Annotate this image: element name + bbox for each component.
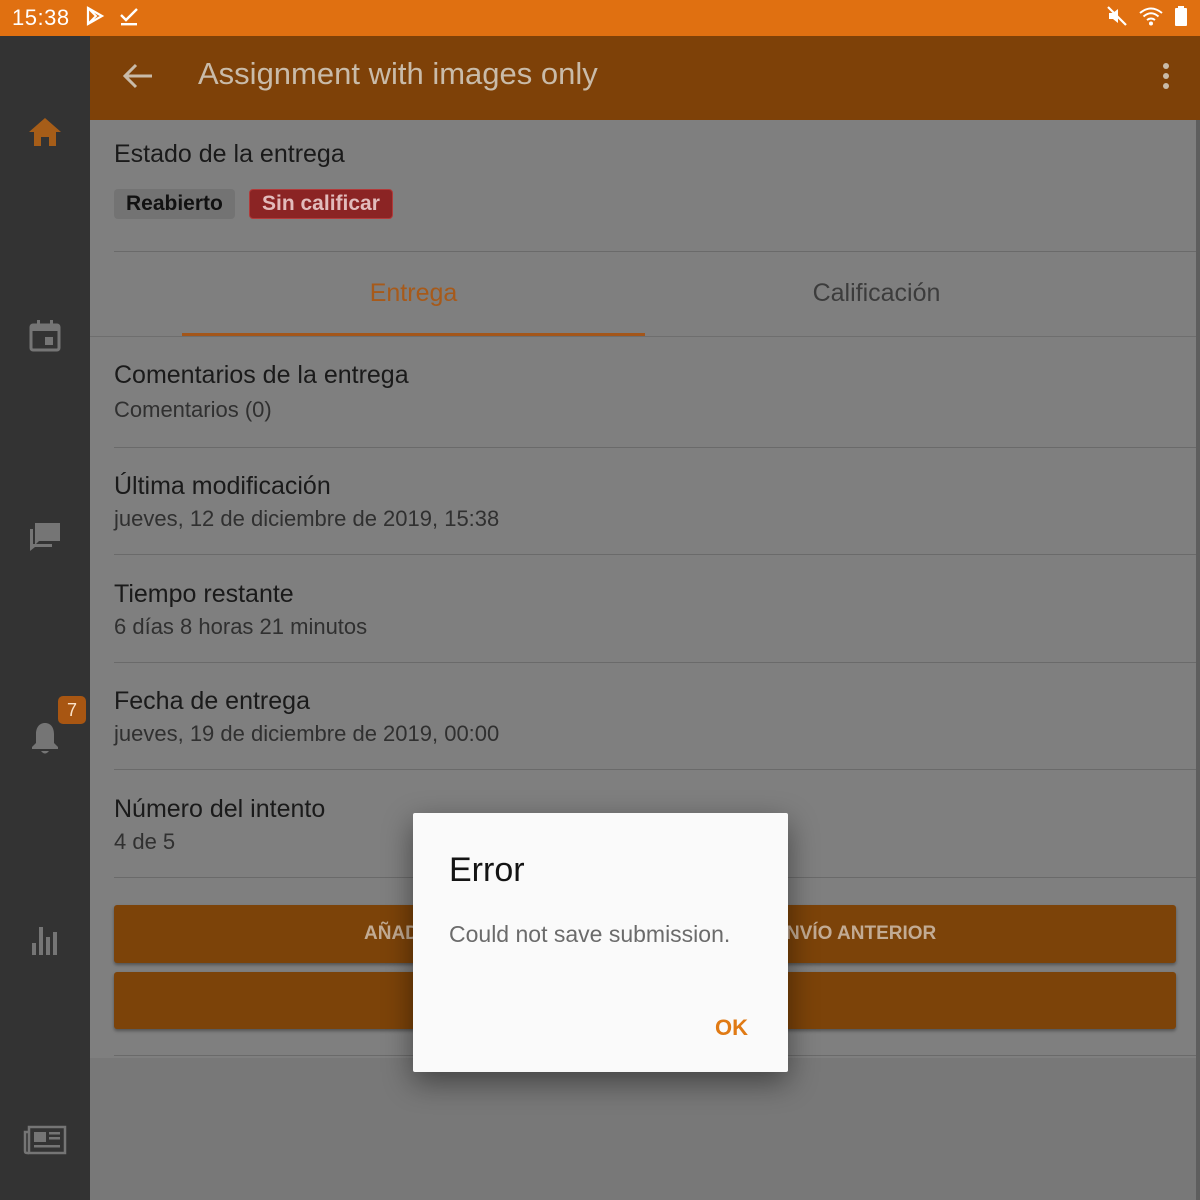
chat-icon — [27, 519, 63, 558]
notifications-count-badge: 7 — [58, 696, 86, 724]
item-title: Comentarios de la entrega — [114, 361, 409, 389]
nav-home[interactable] — [0, 104, 90, 164]
submission-status-title: Estado de la entrega — [114, 140, 345, 168]
download-done-icon — [118, 5, 140, 32]
comments-link[interactable]: Comentarios (0) — [114, 397, 272, 423]
divider — [114, 769, 1196, 770]
side-navigation-rail: 7 — [0, 36, 90, 1200]
item-value: jueves, 19 de diciembre de 2019, 00:00 — [114, 721, 500, 746]
nav-grades[interactable] — [0, 912, 90, 972]
nav-calendar[interactable] — [0, 308, 90, 368]
nav-news[interactable] — [0, 1112, 90, 1172]
empty-area — [90, 1058, 1196, 1200]
mute-icon — [1106, 5, 1128, 32]
newspaper-icon — [23, 1124, 67, 1161]
divider — [90, 336, 1196, 337]
arrow-back-icon — [122, 62, 154, 95]
divider — [114, 662, 1196, 663]
bar-chart-icon — [28, 923, 62, 962]
tab-calificacion[interactable]: Calificación — [645, 250, 1108, 336]
item-value: jueves, 12 de diciembre de 2019, 15:38 — [114, 506, 500, 531]
divider — [114, 554, 1196, 555]
status-badge-reopened: Reabierto — [114, 189, 235, 219]
item-title: Fecha de entrega — [114, 687, 310, 715]
bell-icon — [29, 720, 61, 761]
more-options-button[interactable] — [1146, 58, 1186, 98]
divider — [114, 447, 1196, 448]
dialog-message: Could not save submission. — [449, 921, 731, 947]
more-vert-icon — [1162, 62, 1170, 95]
previous-attempt-button-label: NVÍO ANTERIOR — [786, 923, 937, 944]
dialog-title: Error — [449, 851, 525, 889]
home-icon — [27, 116, 63, 153]
scrollbar[interactable] — [1196, 120, 1200, 1200]
status-bar: 15:38 — [0, 0, 1200, 36]
play-store-icon — [84, 5, 106, 32]
status-time: 15:38 — [12, 5, 70, 30]
battery-icon — [1174, 5, 1188, 32]
item-title: Tiempo restante — [114, 580, 294, 608]
app-bar: Assignment with images only — [90, 36, 1200, 120]
ok-button[interactable]: OK — [711, 1013, 752, 1043]
item-title: Número del intento — [114, 795, 326, 823]
status-badge-ungraded: Sin calificar — [249, 189, 393, 219]
item-value: 4 de 5 — [114, 829, 176, 854]
wifi-icon — [1138, 5, 1164, 32]
calendar-icon — [28, 319, 62, 358]
page-title: Assignment with images only — [198, 56, 598, 91]
back-button[interactable] — [112, 54, 164, 102]
add-submission-button-label: AÑAD — [364, 923, 419, 944]
item-title: Última modificación — [114, 472, 331, 500]
error-dialog: Error Could not save submission. OK — [413, 813, 788, 1072]
nav-messages[interactable] — [0, 508, 90, 568]
item-value: 6 días 8 horas 21 minutos — [114, 614, 368, 639]
tab-entrega[interactable]: Entrega — [182, 250, 645, 336]
